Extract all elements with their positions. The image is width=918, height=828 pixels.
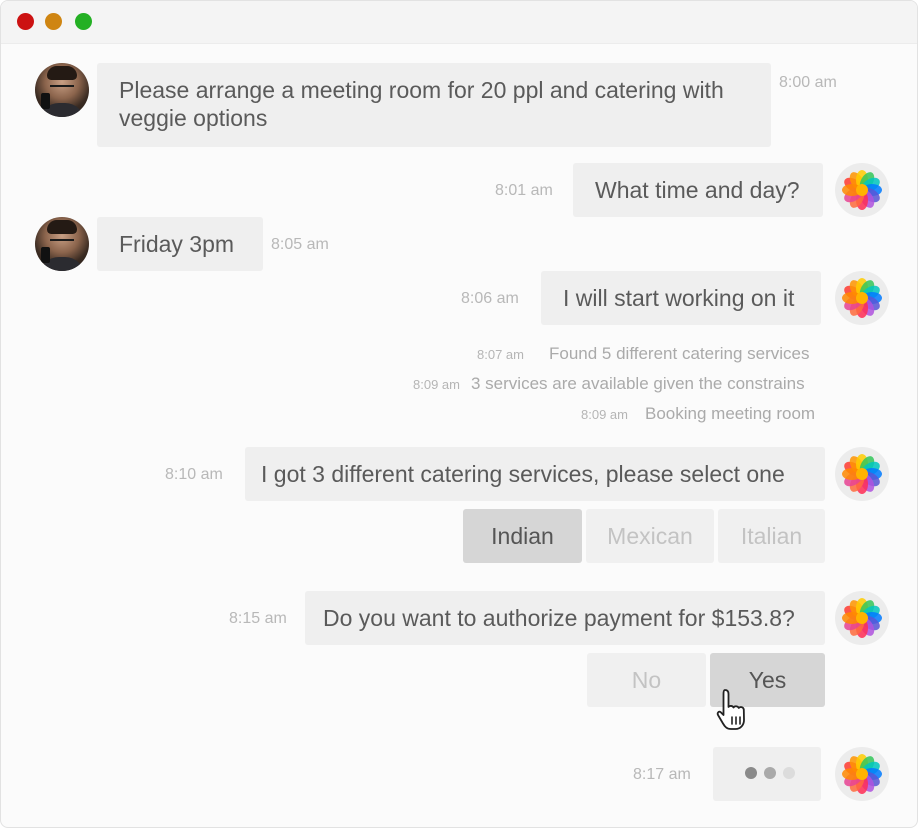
maximize-window-button[interactable] <box>75 13 92 30</box>
flower-logo-icon <box>842 278 882 318</box>
message-timestamp: 8:00 am <box>779 74 837 91</box>
message-text: What time and day? <box>595 177 800 203</box>
message-text: Do you want to authorize payment for $15… <box>323 605 795 631</box>
status-timestamp: 8:07 am <box>477 347 524 362</box>
typing-dot <box>783 767 795 779</box>
chat-window: Please arrange a meeting room for 20 ppl… <box>0 0 918 828</box>
option-indian-button[interactable]: Indian <box>463 509 582 563</box>
bot-message-bubble: What time and day? <box>573 163 823 217</box>
flower-center <box>856 292 868 304</box>
option-label: No <box>631 666 662 693</box>
flower-center <box>856 612 868 624</box>
message-text: I will start working on it <box>563 285 795 311</box>
status-text: Booking meeting room <box>645 404 816 423</box>
flower-logo-icon <box>842 454 882 494</box>
flower-center <box>856 184 868 196</box>
message-timestamp: 8:01 am <box>495 182 553 199</box>
message-timestamp: 8:17 am <box>633 766 691 783</box>
user-avatar <box>35 63 89 117</box>
user-message-bubble: Please arrange a meeting room for 20 ppl… <box>97 63 771 147</box>
minimize-window-button[interactable] <box>45 13 62 30</box>
message-timestamp: 8:10 am <box>165 466 223 483</box>
user-message-bubble: Friday 3pm <box>97 217 263 271</box>
bot-message-bubble: I got 3 different catering services, ple… <box>245 447 825 501</box>
payment-no-button[interactable]: No <box>587 653 706 707</box>
status-timestamp: 8:09 am <box>581 407 628 422</box>
flower-center <box>856 468 868 480</box>
bot-message-bubble: I will start working on it <box>541 271 821 325</box>
option-label: Indian <box>491 522 554 549</box>
option-label: Mexican <box>607 522 693 549</box>
bot-avatar-icon <box>835 591 889 645</box>
typing-indicator <box>713 747 821 801</box>
flower-logo-icon <box>842 170 882 210</box>
bot-avatar-icon <box>835 163 889 217</box>
bot-avatar-icon <box>835 271 889 325</box>
bot-avatar-icon <box>835 747 889 801</box>
bot-message-bubble: Do you want to authorize payment for $15… <box>305 591 825 645</box>
typing-dot <box>764 767 776 779</box>
message-timestamp: 8:15 am <box>229 610 287 627</box>
typing-dot <box>745 767 757 779</box>
message-text: I got 3 different catering services, ple… <box>261 461 785 487</box>
status-text: Found 5 different catering services <box>549 344 810 363</box>
status-timestamp: 8:09 am <box>413 377 460 392</box>
close-window-button[interactable] <box>17 13 34 30</box>
message-text: Friday 3pm <box>119 231 235 257</box>
option-label: Italian <box>740 522 803 549</box>
flower-logo-icon <box>842 754 882 794</box>
option-italian-button[interactable]: Italian <box>718 509 825 563</box>
status-text: 3 services are available given the const… <box>471 374 805 393</box>
user-avatar <box>35 217 89 271</box>
message-timestamp: 8:05 am <box>271 236 329 253</box>
hand-pointer-icon <box>716 689 745 730</box>
option-mexican-button[interactable]: Mexican <box>586 509 714 563</box>
title-bar <box>1 1 917 44</box>
message-timestamp: 8:06 am <box>461 290 519 307</box>
flower-logo-icon <box>842 598 882 638</box>
bot-avatar-icon <box>835 447 889 501</box>
flower-center <box>856 768 868 780</box>
message-text: Please arrange a meeting room for 20 ppl… <box>119 77 724 131</box>
